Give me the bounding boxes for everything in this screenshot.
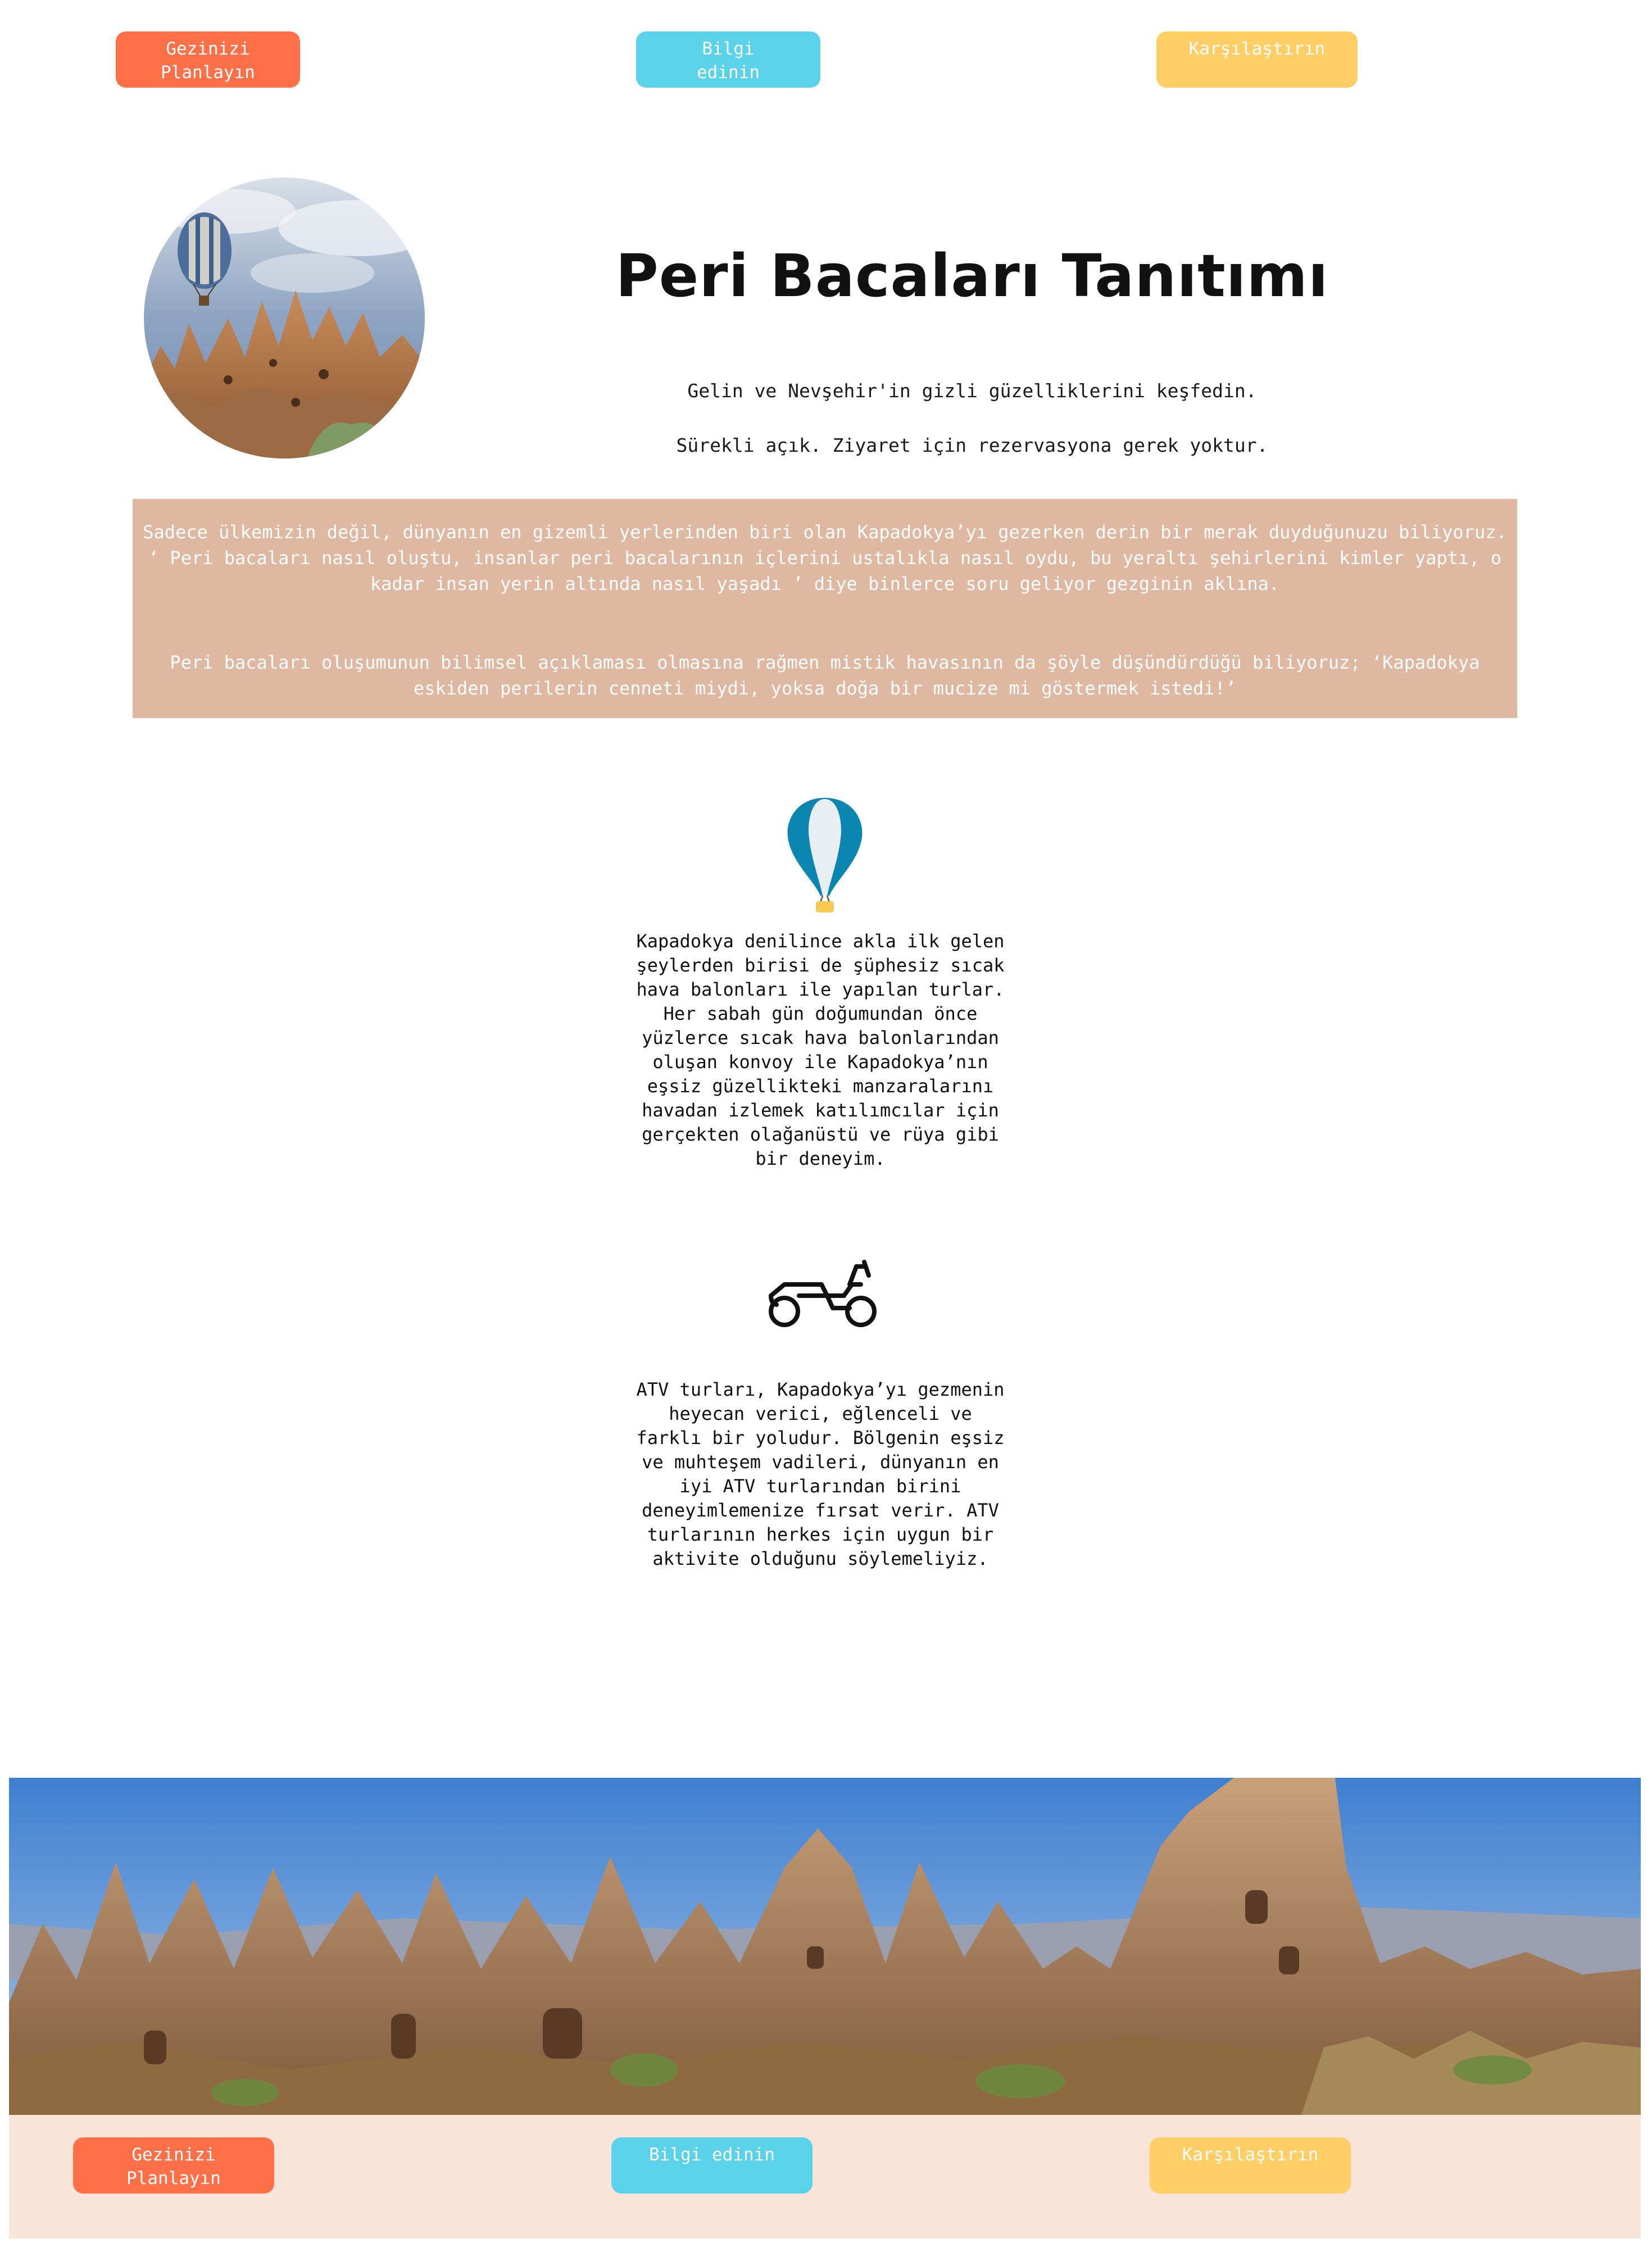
fairy-chimneys-banner (9, 1778, 1641, 2115)
intro-story-box: Sadece ülkemizin değil, dünyanın en gize… (133, 499, 1517, 718)
footer-compare-button[interactable]: Karşılaştırın (1150, 2137, 1351, 2194)
hero-tagline: Gelin ve Nevşehir'in gizli güzelliklerin… (687, 380, 1257, 402)
top-get-info-button[interactable]: Bilgi edinin (636, 31, 820, 88)
page-title: Peri Bacaları Tanıtımı (615, 242, 1329, 310)
story-paragraph-1: Sadece ülkemizin değil, dünyanın en gize… (143, 521, 1507, 594)
feature-balloon-text: Kapadokya denilince akla ilk gelen şeyle… (636, 930, 1005, 1169)
feature-atv-text: ATV turları, Kapadokya’yı gezmenin heyec… (636, 1379, 1005, 1569)
atv-icon (765, 1259, 881, 1332)
story-paragraph-2: Peri bacaları oluşumunun bilimsel açıkla… (170, 652, 1480, 699)
hot-air-balloon-icon (786, 796, 864, 914)
cappadocia-balloon-image (144, 178, 425, 458)
hero-opening-info: Sürekli açık. Ziyaret için rezervasyona … (676, 434, 1268, 456)
footer-plan-trip-button[interactable]: Gezinizi Planlayın (73, 2137, 274, 2194)
top-compare-button[interactable]: Karşılaştırın (1156, 31, 1358, 88)
hero-circle-photo (144, 178, 425, 458)
top-plan-trip-button[interactable]: Gezinizi Planlayın (116, 31, 300, 88)
footer-get-info-button[interactable]: Bilgi edinin (611, 2137, 813, 2194)
